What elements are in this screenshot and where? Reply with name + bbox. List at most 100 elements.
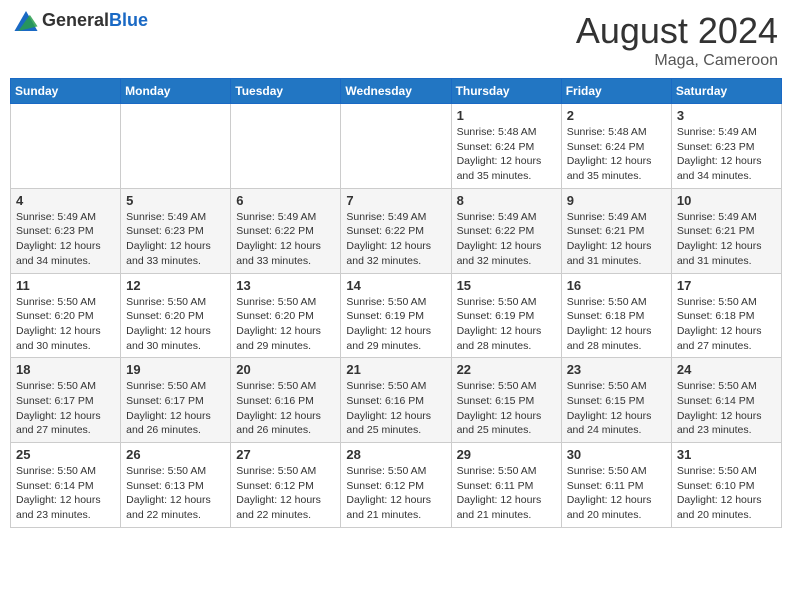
day-number: 6 (236, 193, 335, 208)
day-number: 31 (677, 447, 776, 462)
day-info: Sunrise: 5:50 AMSunset: 6:19 PMDaylight:… (457, 295, 556, 354)
day-info: Sunrise: 5:49 AMSunset: 6:22 PMDaylight:… (457, 210, 556, 269)
day-number: 15 (457, 278, 556, 293)
day-info: Sunrise: 5:50 AMSunset: 6:20 PMDaylight:… (236, 295, 335, 354)
day-info: Sunrise: 5:50 AMSunset: 6:18 PMDaylight:… (567, 295, 666, 354)
logo-blue: Blue (109, 10, 148, 30)
calendar-cell: 28 Sunrise: 5:50 AMSunset: 6:12 PMDayligh… (341, 443, 451, 528)
day-number: 22 (457, 362, 556, 377)
day-info: Sunrise: 5:48 AMSunset: 6:24 PMDaylight:… (567, 125, 666, 184)
day-info: Sunrise: 5:50 AMSunset: 6:11 PMDaylight:… (457, 464, 556, 523)
calendar-cell: 24 Sunrise: 5:50 AMSunset: 6:14 PMDayligh… (671, 358, 781, 443)
calendar-cell: 12Sunrise: 5:50 AMSunset: 6:20 PMDayligh… (121, 273, 231, 358)
day-number: 23 (567, 362, 666, 377)
day-info: Sunrise: 5:50 AMSunset: 6:18 PMDaylight:… (677, 295, 776, 354)
weekday-header-saturday: Saturday (671, 79, 781, 104)
day-info: Sunrise: 5:50 AMSunset: 6:17 PMDaylight:… (16, 379, 115, 438)
calendar-cell: 30 Sunrise: 5:50 AMSunset: 6:11 PMDayligh… (561, 443, 671, 528)
day-info: Sunrise: 5:50 AMSunset: 6:11 PMDaylight:… (567, 464, 666, 523)
day-number: 28 (346, 447, 445, 462)
day-number: 11 (16, 278, 115, 293)
day-number: 13 (236, 278, 335, 293)
weekday-header-tuesday: Tuesday (231, 79, 341, 104)
day-number: 12 (126, 278, 225, 293)
day-info: Sunrise: 5:49 AMSunset: 6:21 PMDaylight:… (677, 210, 776, 269)
day-info: Sunrise: 5:50 AMSunset: 6:12 PMDaylight:… (346, 464, 445, 523)
calendar-cell: 4Sunrise: 5:49 AMSunset: 6:23 PMDaylight… (11, 188, 121, 273)
calendar-cell (121, 104, 231, 189)
calendar-cell: 3 Sunrise: 5:49 AMSunset: 6:23 PMDaylight… (671, 104, 781, 189)
day-number: 29 (457, 447, 556, 462)
calendar-title: August 2024 (576, 10, 778, 52)
weekday-header-monday: Monday (121, 79, 231, 104)
day-info: Sunrise: 5:50 AMSunset: 6:19 PMDaylight:… (346, 295, 445, 354)
day-info: Sunrise: 5:49 AMSunset: 6:23 PMDaylight:… (677, 125, 776, 184)
calendar-cell: 8 Sunrise: 5:49 AMSunset: 6:22 PMDaylight… (451, 188, 561, 273)
calendar-week-3: 11 Sunrise: 5:50 AMSunset: 6:20 PMDayligh… (11, 273, 782, 358)
calendar-cell: 15 Sunrise: 5:50 AMSunset: 6:19 PMDayligh… (451, 273, 561, 358)
calendar-cell (231, 104, 341, 189)
weekday-header-thursday: Thursday (451, 79, 561, 104)
calendar-cell: 14Sunrise: 5:50 AMSunset: 6:19 PMDayligh… (341, 273, 451, 358)
logo: GeneralBlue (14, 10, 148, 31)
calendar-cell: 23 Sunrise: 5:50 AMSunset: 6:15 PMDayligh… (561, 358, 671, 443)
weekday-header-friday: Friday (561, 79, 671, 104)
day-info: Sunrise: 5:50 AMSunset: 6:14 PMDaylight:… (677, 379, 776, 438)
calendar-cell: 26 Sunrise: 5:50 AMSunset: 6:13 PMDayligh… (121, 443, 231, 528)
calendar-cell: 22 Sunrise: 5:50 AMSunset: 6:15 PMDayligh… (451, 358, 561, 443)
calendar-week-1: 1 Sunrise: 5:48 AMSunset: 6:24 PMDaylight… (11, 104, 782, 189)
day-number: 16 (567, 278, 666, 293)
day-number: 24 (677, 362, 776, 377)
calendar-week-5: 25 Sunrise: 5:50 AMSunset: 6:14 PMDayligh… (11, 443, 782, 528)
day-number: 20 (236, 362, 335, 377)
calendar-cell: 29 Sunrise: 5:50 AMSunset: 6:11 PMDayligh… (451, 443, 561, 528)
calendar-cell: 19Sunrise: 5:50 AMSunset: 6:17 PMDayligh… (121, 358, 231, 443)
calendar-cell: 31 Sunrise: 5:50 AMSunset: 6:10 PMDayligh… (671, 443, 781, 528)
day-number: 10 (677, 193, 776, 208)
weekday-header-row: SundayMondayTuesdayWednesdayThursdayFrid… (11, 79, 782, 104)
header: GeneralBlue August 2024 Maga, Cameroon (10, 10, 782, 70)
calendar-cell: 13 Sunrise: 5:50 AMSunset: 6:20 PMDayligh… (231, 273, 341, 358)
day-number: 2 (567, 108, 666, 123)
day-info: Sunrise: 5:50 AMSunset: 6:14 PMDaylight:… (16, 464, 115, 523)
day-number: 7 (346, 193, 445, 208)
calendar-cell: 9Sunrise: 5:49 AMSunset: 6:21 PMDaylight… (561, 188, 671, 273)
day-number: 3 (677, 108, 776, 123)
calendar-cell: 20Sunrise: 5:50 AMSunset: 6:16 PMDayligh… (231, 358, 341, 443)
calendar-cell (341, 104, 451, 189)
day-number: 25 (16, 447, 115, 462)
day-info: Sunrise: 5:49 AMSunset: 6:23 PMDaylight:… (126, 210, 225, 269)
day-number: 5 (126, 193, 225, 208)
calendar-cell: 1 Sunrise: 5:48 AMSunset: 6:24 PMDaylight… (451, 104, 561, 189)
day-info: Sunrise: 5:50 AMSunset: 6:15 PMDaylight:… (567, 379, 666, 438)
day-info: Sunrise: 5:50 AMSunset: 6:15 PMDaylight:… (457, 379, 556, 438)
day-number: 8 (457, 193, 556, 208)
day-number: 26 (126, 447, 225, 462)
calendar-cell: 5 Sunrise: 5:49 AMSunset: 6:23 PMDaylight… (121, 188, 231, 273)
day-info: Sunrise: 5:50 AMSunset: 6:13 PMDaylight:… (126, 464, 225, 523)
day-number: 27 (236, 447, 335, 462)
day-info: Sunrise: 5:50 AMSunset: 6:10 PMDaylight:… (677, 464, 776, 523)
calendar-cell: 17 Sunrise: 5:50 AMSunset: 6:18 PMDayligh… (671, 273, 781, 358)
day-info: Sunrise: 5:50 AMSunset: 6:12 PMDaylight:… (236, 464, 335, 523)
day-info: Sunrise: 5:49 AMSunset: 6:22 PMDaylight:… (236, 210, 335, 269)
weekday-header-sunday: Sunday (11, 79, 121, 104)
day-number: 1 (457, 108, 556, 123)
weekday-header-wednesday: Wednesday (341, 79, 451, 104)
calendar-cell: 16 Sunrise: 5:50 AMSunset: 6:18 PMDayligh… (561, 273, 671, 358)
day-number: 19 (126, 362, 225, 377)
calendar-cell (11, 104, 121, 189)
calendar-table: SundayMondayTuesdayWednesdayThursdayFrid… (10, 78, 782, 528)
day-info: Sunrise: 5:49 AMSunset: 6:21 PMDaylight:… (567, 210, 666, 269)
calendar-cell: 27 Sunrise: 5:50 AMSunset: 6:12 PMDayligh… (231, 443, 341, 528)
day-number: 30 (567, 447, 666, 462)
calendar-cell: 18Sunrise: 5:50 AMSunset: 6:17 PMDayligh… (11, 358, 121, 443)
day-number: 17 (677, 278, 776, 293)
day-info: Sunrise: 5:48 AMSunset: 6:24 PMDaylight:… (457, 125, 556, 184)
title-area: August 2024 Maga, Cameroon (576, 10, 778, 70)
calendar-week-2: 4Sunrise: 5:49 AMSunset: 6:23 PMDaylight… (11, 188, 782, 273)
day-number: 21 (346, 362, 445, 377)
calendar-week-4: 18Sunrise: 5:50 AMSunset: 6:17 PMDayligh… (11, 358, 782, 443)
logo-icon (14, 11, 38, 31)
day-info: Sunrise: 5:49 AMSunset: 6:23 PMDaylight:… (16, 210, 115, 269)
